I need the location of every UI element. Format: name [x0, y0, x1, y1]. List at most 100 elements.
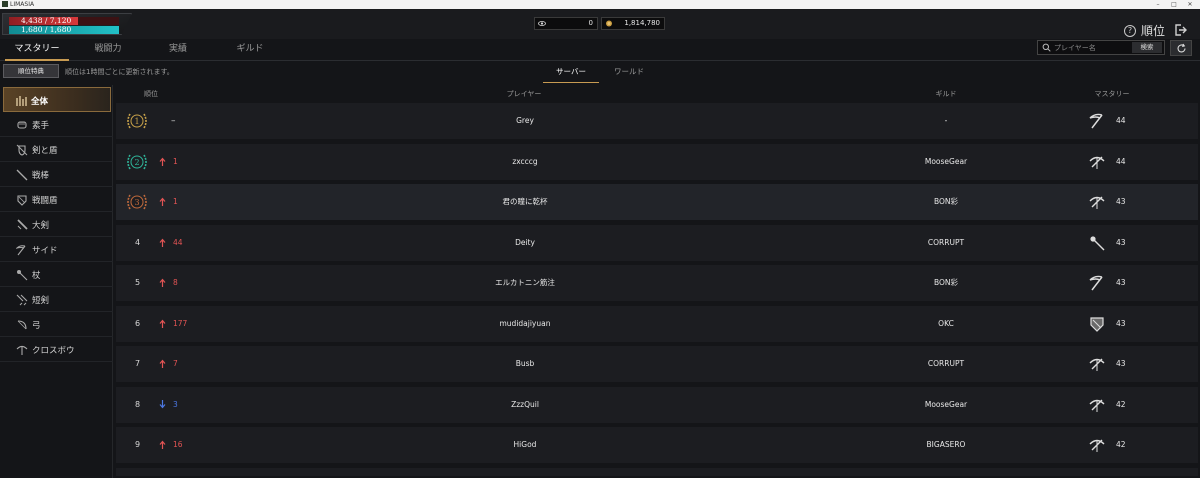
mastery-value: 43 — [1116, 318, 1126, 328]
sidebar-item-crossbow[interactable]: クロスボウ — [0, 337, 113, 362]
arrow-up-icon — [159, 440, 166, 449]
rank-change: 8 — [173, 278, 178, 287]
update-notice: 順位は1時間ごとに更新されます。 — [65, 68, 174, 76]
player-name[interactable]: ZzzQuil — [450, 387, 600, 423]
sidebar-item-all[interactable]: 全体 — [3, 87, 111, 112]
table-row[interactable]: 3 1 君の瞳に乾杯 BON彩 43 — [116, 184, 1198, 220]
sidebar-item-bow[interactable]: 弓 — [0, 312, 113, 337]
rank-number: 9 — [135, 440, 141, 449]
column-header-rank: 順位 — [144, 90, 158, 98]
rank-number: 8 — [135, 399, 141, 409]
rank-number: 5 — [135, 278, 141, 287]
sidebar-item-scythe[interactable]: サイド — [0, 237, 113, 262]
sidebar-item-label: 戦闘盾 — [32, 196, 58, 206]
sidebar-item-label: 戦棒 — [32, 171, 50, 181]
table-row[interactable]: 2 1 zxcccg MooseGear 44 — [116, 143, 1198, 180]
top-bar: 4,438 / 7,120 1,680 / 1,680 0 1,814,780 … — [0, 9, 1200, 39]
tab-achievements[interactable]: 実績 — [150, 39, 206, 61]
sidebar-item-sword-shield[interactable]: 剣と盾 — [0, 137, 113, 162]
rank-change: 16 — [173, 440, 183, 449]
sidebar-item-label: 剣と盾 — [32, 146, 58, 156]
table-row[interactable]: 1 – Grey - 44 — [116, 103, 1198, 139]
player-name[interactable]: Deity — [450, 225, 600, 261]
main-tabs: マスタリー 戦闘力 実績 ギルド — [0, 39, 1200, 61]
guild-name: MooseGear — [924, 156, 968, 166]
sidebar-item-wand[interactable]: 杖 — [0, 262, 113, 287]
guild-name: CORRUPT — [927, 359, 965, 368]
stone-currency: 0 — [534, 17, 598, 30]
scythe-icon — [16, 245, 26, 256]
wand-icon — [17, 270, 28, 281]
search-input[interactable] — [1054, 42, 1130, 53]
greatsword-icon — [17, 219, 28, 230]
player-name[interactable]: zxcccg — [450, 144, 600, 180]
staff-icon — [16, 169, 28, 181]
table-row[interactable]: 4 44 Deity CORRUPT 43 — [116, 224, 1198, 261]
crossbow-icon — [16, 345, 28, 355]
player-name[interactable]: Grey — [450, 103, 600, 139]
refresh-button[interactable] — [1170, 40, 1192, 56]
player-name[interactable]: エルカトニン筋注 — [450, 265, 600, 301]
sidebar-item-staff[interactable]: 戦棒 — [0, 162, 113, 187]
mastery-value: 43 — [1116, 237, 1126, 247]
sidebar-item-battle-shield[interactable]: 戦闘盾 — [0, 187, 113, 212]
sword-shield-icon — [16, 144, 28, 156]
maximize-icon[interactable]: □ — [1166, 0, 1182, 9]
sidebar-item-label: 杖 — [32, 271, 41, 281]
tab-guild[interactable]: ギルド — [222, 39, 278, 61]
guild-name: BON彩 — [933, 278, 959, 287]
table-row[interactable]: 7 7 Busb CORRUPT 43 — [116, 346, 1198, 382]
table-row[interactable]: 9 16 HiGod BIGASERO 42 — [116, 427, 1198, 463]
wand-icon — [1090, 235, 1105, 250]
gold-currency: 1,814,780 — [601, 17, 665, 30]
tab-server[interactable]: サーバー — [543, 63, 599, 83]
rank-number: 4 — [135, 237, 141, 247]
scythe-icon — [1089, 275, 1103, 291]
gold-coin-icon — [606, 20, 612, 27]
rank-rewards-button[interactable]: 順位特典 — [3, 64, 59, 78]
close-icon[interactable]: ✕ — [1182, 0, 1198, 9]
page-title: 順位 — [1141, 24, 1166, 38]
mastery-value: 43 — [1116, 197, 1126, 206]
sidebar-item-label: 短剣 — [32, 296, 50, 306]
rank-number: 7 — [135, 359, 141, 368]
rank-medal-icon: 2 — [127, 154, 147, 169]
player-name[interactable]: HiGod — [450, 427, 600, 463]
player-name[interactable]: Busb — [450, 346, 600, 382]
rank-number: 2 — [134, 158, 139, 167]
guild-name: BON彩 — [933, 197, 959, 206]
help-icon[interactable]: ? — [1124, 25, 1136, 37]
table-row[interactable]: 6 177 mudidajiyuan OKC 43 — [116, 305, 1198, 342]
guild-name: - — [944, 116, 948, 125]
player-name[interactable]: 君の瞳に乾杯 — [450, 184, 600, 220]
table-row[interactable]: 5 8 エルカトニン筋注 BON彩 43 — [116, 265, 1198, 301]
sidebar-item-label: クロスボウ — [32, 346, 75, 356]
sidebar-item-label: 弓 — [32, 321, 41, 331]
sidebar-item-fist[interactable]: 素手 — [0, 112, 113, 137]
minimize-icon[interactable]: – — [1150, 0, 1166, 9]
arrow-up-icon — [159, 278, 166, 287]
arrow-up-icon — [159, 238, 166, 247]
tab-world[interactable]: ワールド — [601, 63, 657, 83]
search-icon — [1042, 43, 1051, 52]
battle-shield-icon — [17, 195, 27, 206]
app-icon — [2, 1, 8, 7]
arrow-down-icon — [159, 399, 166, 408]
search-button[interactable]: 検索 — [1132, 42, 1162, 53]
tab-mastery[interactable]: マスタリー — [5, 39, 69, 61]
guild-name: OKC — [938, 318, 954, 328]
tab-combat-power[interactable]: 戦闘力 — [80, 39, 136, 61]
sidebar-item-greatsword[interactable]: 大剣 — [0, 212, 113, 237]
table-row[interactable]: 8 3 ZzzQuil MooseGear 42 — [116, 386, 1198, 423]
stone-amount: 0 — [588, 19, 593, 27]
table-row[interactable] — [116, 467, 1198, 476]
arrow-up-icon — [159, 359, 166, 368]
search-box: 検索 — [1037, 40, 1165, 55]
status-frame: 4,438 / 7,120 1,680 / 1,680 — [2, 13, 132, 35]
rank-change: – — [171, 116, 176, 126]
player-name[interactable]: mudidajiyuan — [450, 306, 600, 342]
sidebar-item-dagger[interactable]: 短剣 — [0, 287, 113, 312]
exit-icon[interactable] — [1173, 23, 1187, 37]
column-header-mastery: マスタリー — [1094, 90, 1130, 98]
crossbow-icon — [1089, 399, 1105, 412]
